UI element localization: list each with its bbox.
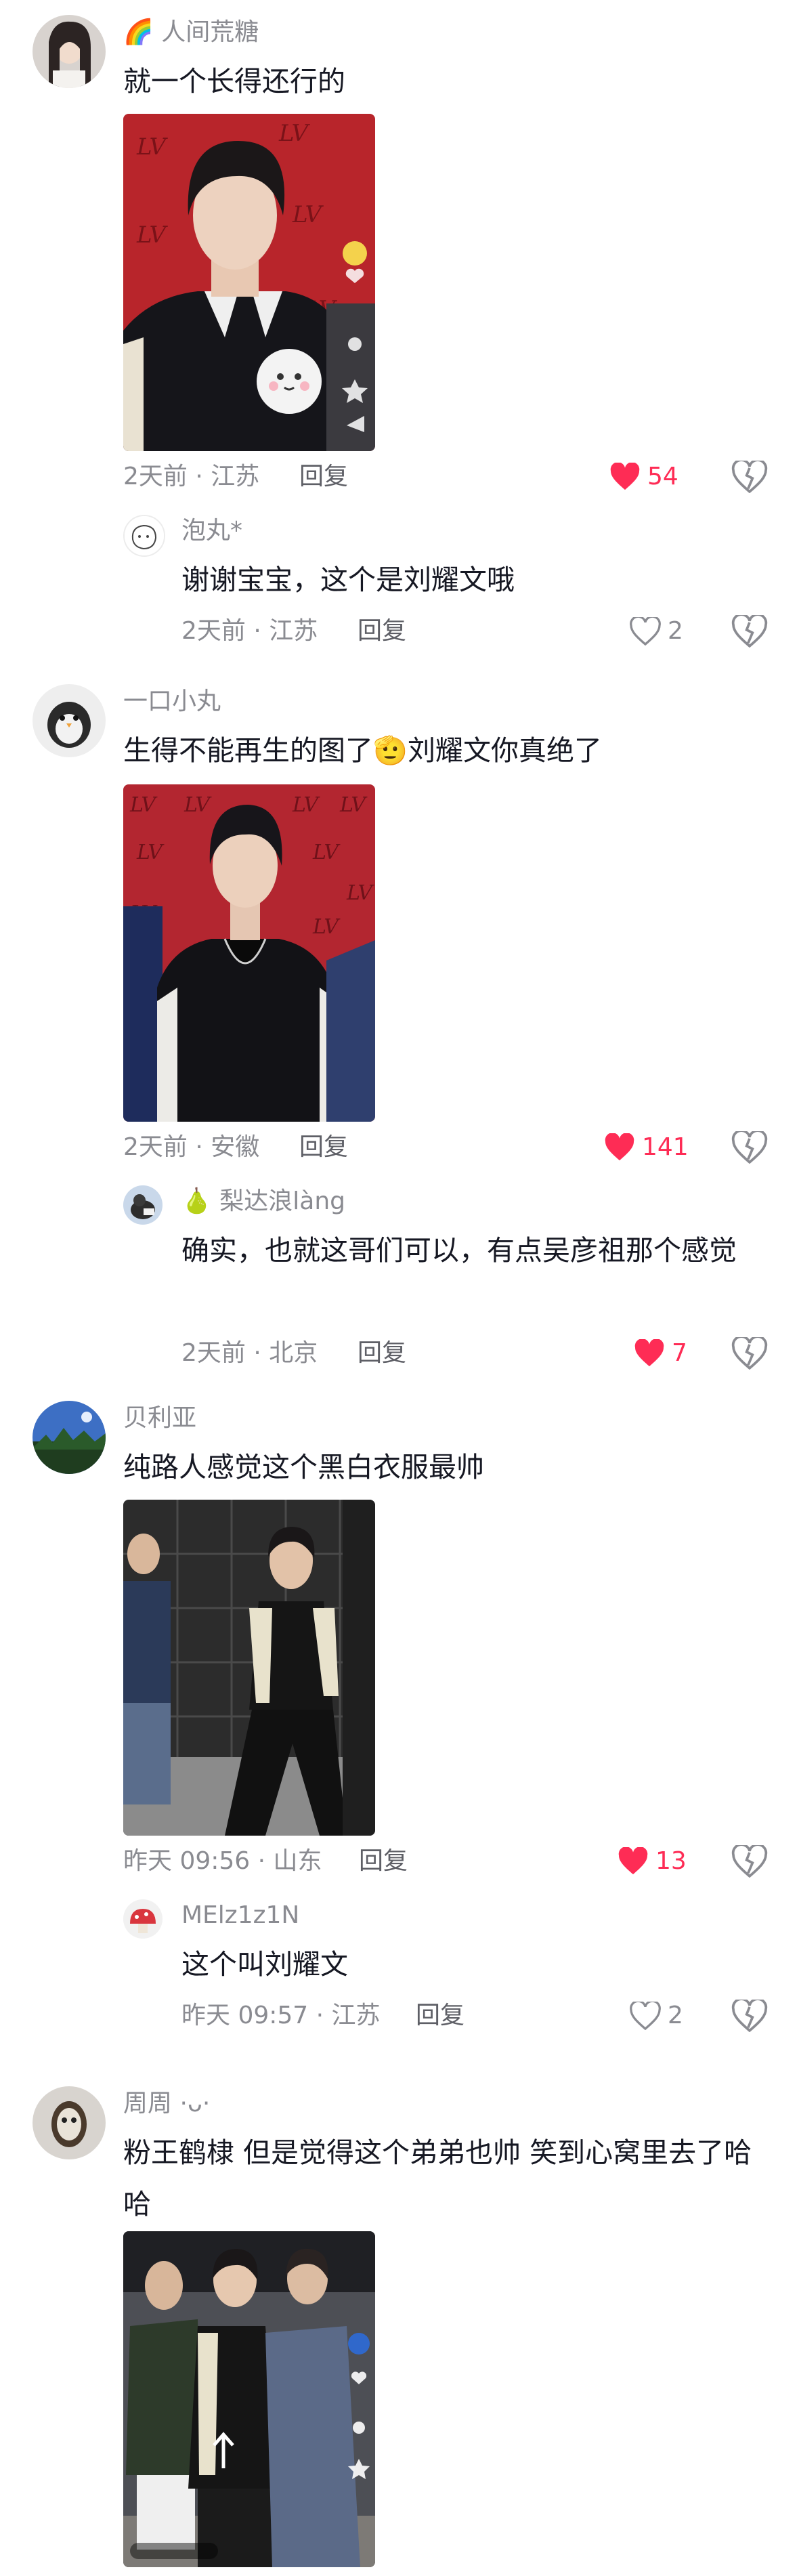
like-count: 2	[668, 2002, 683, 2029]
svg-text:LV: LV	[346, 881, 374, 905]
comment-image[interactable]: LV LV LV LV LV	[123, 114, 375, 451]
heart-filled-icon	[605, 1133, 634, 1161]
username-text: 人间荒糖	[161, 18, 259, 46]
like-button[interactable]: 2	[630, 615, 683, 648]
comment-time-location: 2天前 · 江苏	[123, 463, 260, 490]
svg-text:LV: LV	[312, 915, 341, 939]
like-count: 7	[672, 1339, 687, 1367]
comment-username[interactable]: 一口小丸	[123, 687, 221, 717]
heart-filled-icon	[618, 1847, 648, 1875]
comment-username[interactable]: 贝利亚	[123, 1403, 196, 1433]
avatar[interactable]	[33, 684, 106, 757]
like-button[interactable]: 13	[618, 1845, 687, 1878]
rainbow-icon: 🌈	[123, 18, 154, 46]
like-count: 2	[668, 617, 683, 645]
reply-avatar[interactable]	[123, 1899, 163, 1939]
reply-username[interactable]: 泡丸*	[181, 516, 242, 546]
like-count: 13	[655, 1847, 687, 1875]
comment-username[interactable]: 🌈 人间荒糖	[123, 18, 259, 47]
comment-text: 就一个长得还行的	[123, 65, 345, 98]
reply-button[interactable]: 回复	[299, 1133, 348, 1162]
dislike-icon[interactable]	[731, 1131, 768, 1164]
svg-text:LV: LV	[183, 793, 212, 817]
comment-time-location: 2天前 · 安徽	[123, 1133, 260, 1161]
comment-image[interactable]: LVLVLVLV LVLVLV LVLV	[123, 784, 375, 1122]
dislike-icon[interactable]	[731, 1845, 768, 1878]
dislike-icon[interactable]	[731, 2000, 768, 2032]
svg-text:LV: LV	[339, 793, 368, 817]
like-button[interactable]: 54	[609, 461, 678, 493]
reply-avatar[interactable]	[123, 1185, 163, 1225]
svg-text:LV: LV	[292, 201, 324, 228]
avatar[interactable]	[33, 2086, 106, 2159]
reply-username[interactable]: 🍐 梨达浪làng	[181, 1187, 345, 1217]
like-count: 54	[647, 463, 678, 490]
reply-button[interactable]: 回复	[358, 616, 406, 646]
dislike-icon[interactable]	[731, 615, 768, 648]
comment-image[interactable]	[123, 1500, 375, 1836]
like-button[interactable]: 2	[630, 2000, 683, 2032]
logo-pattern: LV	[136, 133, 169, 161]
comment-text: 纯路人感觉这个黑白衣服最帅	[123, 1451, 484, 1483]
reply-avatar[interactable]	[123, 515, 165, 557]
reply-username[interactable]: MElz1z1N	[181, 1901, 299, 1930]
svg-text:LV: LV	[129, 793, 158, 817]
heart-outline-icon	[630, 617, 661, 646]
reply-text: 这个叫刘耀文	[181, 1948, 348, 1981]
like-count: 141	[642, 1133, 689, 1161]
dislike-icon[interactable]	[731, 1337, 768, 1370]
reply-time-location: 昨天 09:57 · 江苏	[181, 2002, 381, 2029]
pear-icon: 🍐	[181, 1187, 212, 1215]
avatar[interactable]	[33, 15, 106, 88]
comment-time-location: 昨天 09:56 · 山东	[123, 1847, 322, 1875]
svg-text:LV: LV	[292, 793, 320, 817]
svg-text:LV: LV	[278, 120, 311, 147]
svg-text:LV: LV	[136, 221, 169, 249]
heart-outline-icon	[630, 2002, 661, 2030]
comment-image[interactable]	[123, 2231, 375, 2567]
like-button[interactable]: 7	[634, 1337, 687, 1370]
reply-text: 确实，也就这哥们可以，有点吴彦祖那个感觉	[181, 1234, 737, 1267]
svg-text:LV: LV	[312, 841, 341, 864]
like-button[interactable]: 141	[604, 1131, 689, 1164]
heart-filled-icon	[634, 1339, 664, 1367]
dislike-icon[interactable]	[731, 461, 768, 493]
reply-button[interactable]: 回复	[416, 2001, 465, 2031]
reply-button[interactable]: 回复	[358, 1338, 406, 1368]
reply-button[interactable]: 回复	[359, 1846, 408, 1876]
comment-username[interactable]: 周周 ·ᴗ·	[123, 2089, 210, 2119]
comment-text: 粉王鹤棣 但是觉得这个弟弟也帅 笑到心窝里去了哈哈	[123, 2136, 752, 2220]
username-text: 梨达浪làng	[219, 1187, 346, 1215]
comment-text: 生得不能再生的图了🫡刘耀文你真绝了	[123, 734, 603, 767]
avatar[interactable]	[33, 1401, 106, 1474]
reply-time-location: 2天前 · 江苏	[181, 617, 318, 645]
reply-button[interactable]: 回复	[299, 462, 348, 492]
heart-filled-icon	[610, 463, 640, 490]
svg-text:LV: LV	[136, 841, 165, 864]
reply-time-location: 2天前 · 北京	[181, 1339, 318, 1367]
reply-text: 谢谢宝宝，这个是刘耀文哦	[181, 564, 515, 596]
